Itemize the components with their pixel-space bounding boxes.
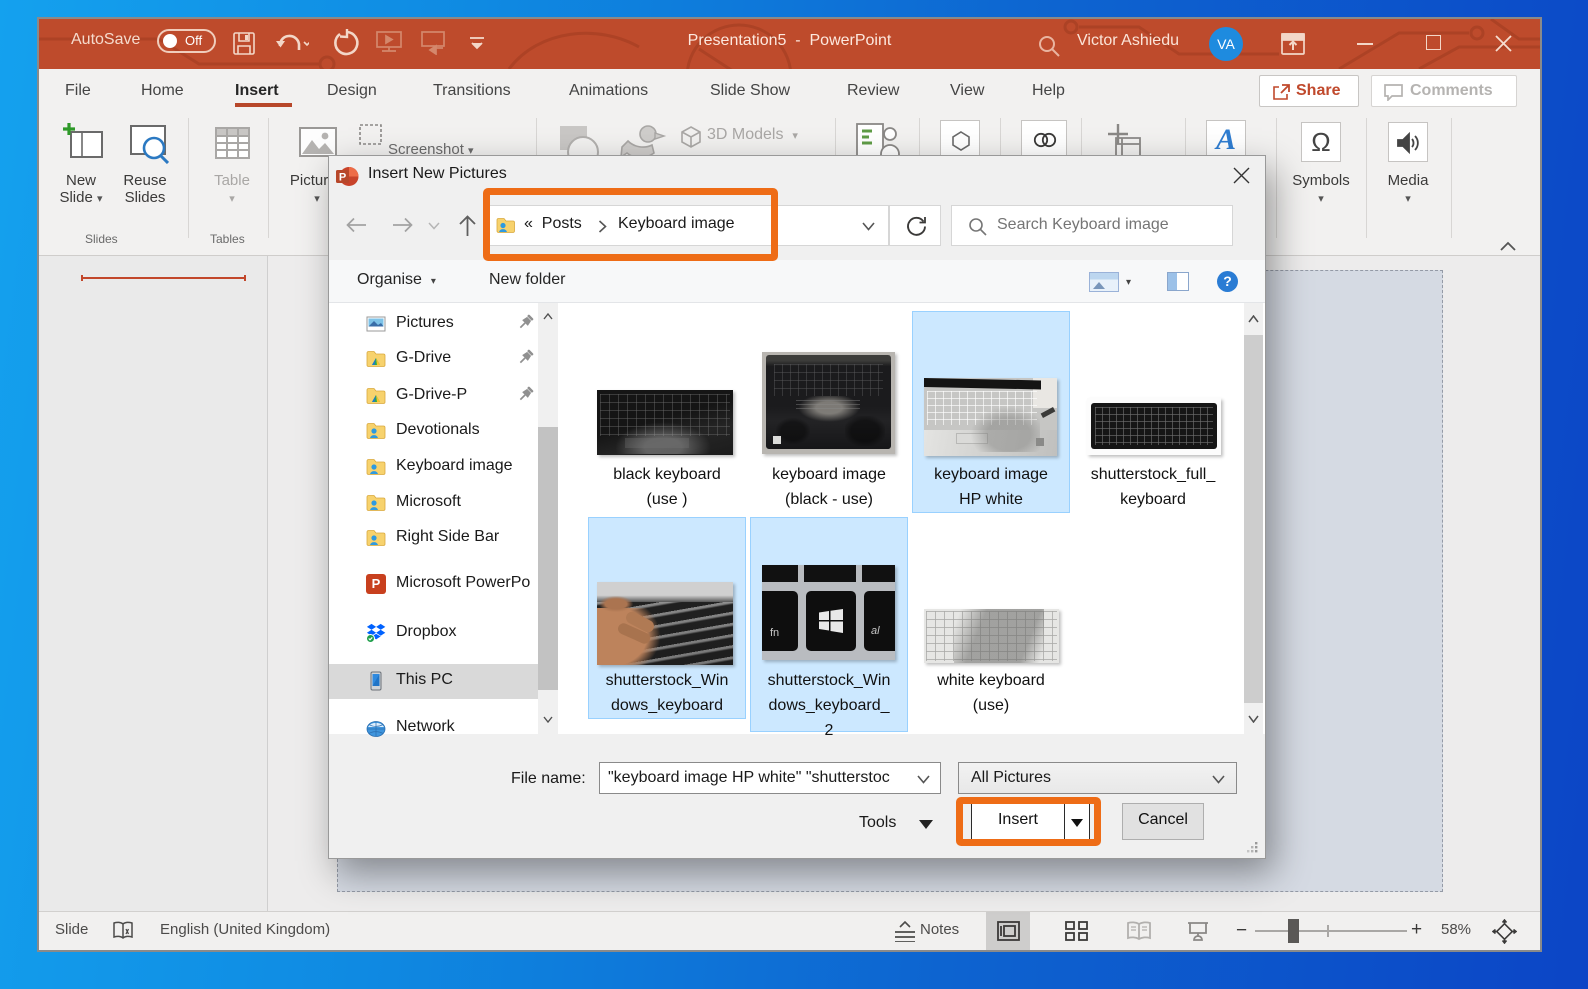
svg-text:P: P [339, 172, 346, 184]
